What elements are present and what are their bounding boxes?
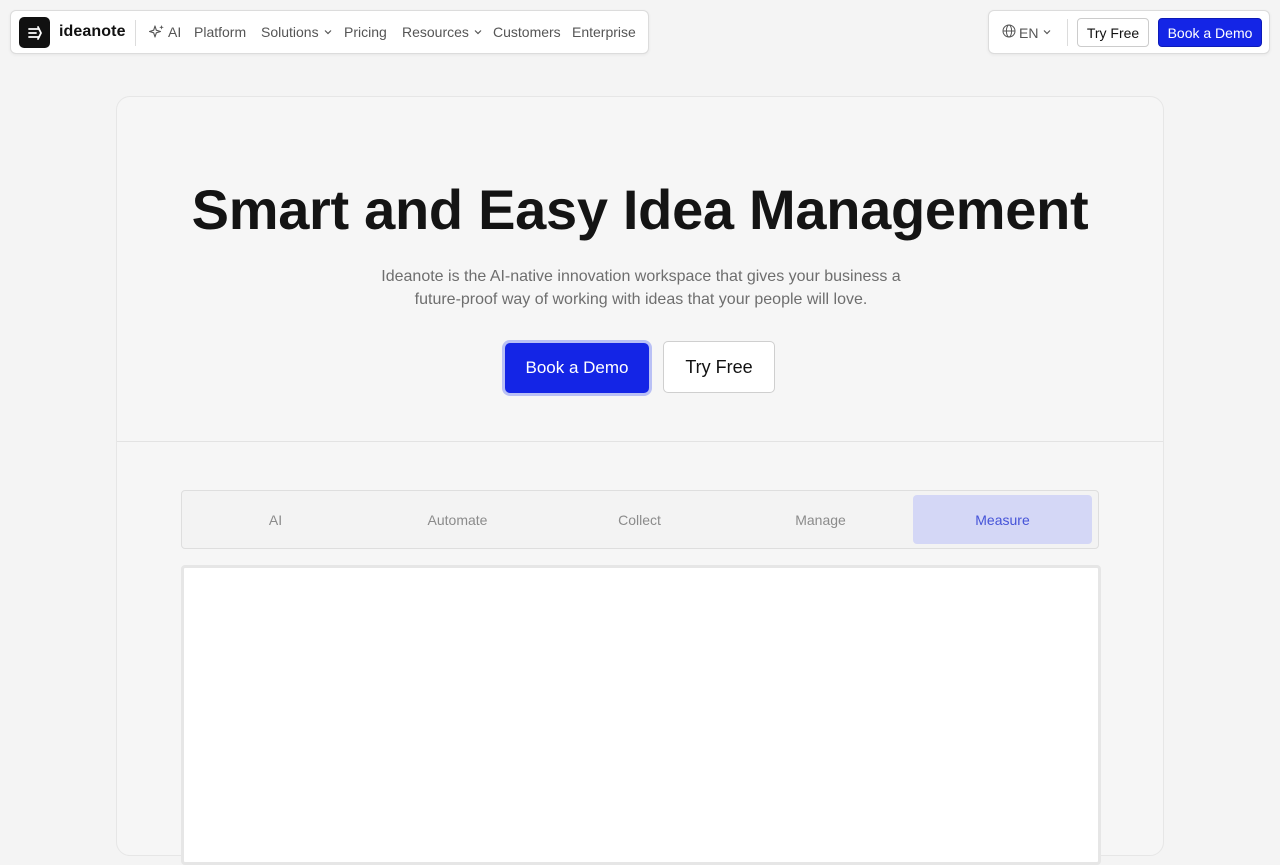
nav-divider [135, 20, 136, 46]
tab-automate[interactable]: Automate [368, 495, 547, 544]
tab-manage[interactable]: Manage [731, 495, 910, 544]
hero-title: Smart and Easy Idea Management [191, 178, 1089, 241]
nav-item-ai[interactable]: AI [149, 24, 181, 40]
nav-item-platform[interactable]: Platform [194, 24, 246, 40]
nav-item-label: Solutions [261, 24, 319, 40]
section-divider [117, 441, 1163, 442]
hero-section: Smart and Easy Idea Management Ideanote … [116, 96, 1164, 865]
nav-item-label: Resources [402, 24, 469, 40]
main-nav: ideanote AI Platform Solutions Pricing R… [10, 10, 649, 54]
nav-item-label: Customers [493, 24, 561, 40]
nav-divider [1067, 19, 1068, 46]
nav-item-pricing[interactable]: Pricing [344, 24, 387, 40]
nav-item-enterprise[interactable]: Enterprise [572, 24, 636, 40]
tab-collect[interactable]: Collect [550, 495, 729, 544]
hero-book-demo-button[interactable]: Book a Demo [505, 343, 649, 393]
chevron-down-icon [472, 26, 484, 38]
nav-item-label: AI [168, 24, 182, 40]
nav-item-label: Enterprise [572, 24, 636, 40]
language-label: EN [1019, 24, 1039, 41]
nav-item-solutions[interactable]: Solutions [261, 24, 334, 40]
nav-item-resources[interactable]: Resources [402, 24, 484, 40]
nav-item-label: Platform [194, 24, 247, 40]
sparkle-icon [149, 24, 165, 40]
nav-actions: EN Try Free Book a Demo [988, 10, 1270, 54]
language-selector[interactable]: EN [1002, 24, 1053, 41]
book-demo-button[interactable]: Book a Demo [1158, 18, 1262, 47]
ideanote-logo-icon[interactable] [19, 17, 50, 48]
try-free-button[interactable]: Try Free [1077, 18, 1149, 47]
hero-subtitle: Ideanote is the AI-native innovation wor… [367, 265, 915, 311]
hero-try-free-button[interactable]: Try Free [663, 341, 775, 393]
nav-item-label: Pricing [344, 24, 387, 40]
hero-subtitle-line: future-proof way of working with ideas t… [414, 291, 868, 308]
nav-item-customers[interactable]: Customers [493, 24, 561, 40]
chevron-down-icon [322, 26, 334, 38]
chevron-down-icon [1041, 25, 1053, 41]
feature-tabs: AI Automate Collect Manage Measure [181, 490, 1099, 549]
hero-subtitle-line: Ideanote is the AI-native innovation wor… [381, 268, 901, 285]
feature-preview-panel [181, 565, 1101, 865]
tab-measure[interactable]: Measure [913, 495, 1092, 544]
brand-name[interactable]: ideanote [59, 23, 126, 41]
globe-icon [1002, 24, 1016, 41]
tab-ai[interactable]: AI [186, 495, 365, 544]
